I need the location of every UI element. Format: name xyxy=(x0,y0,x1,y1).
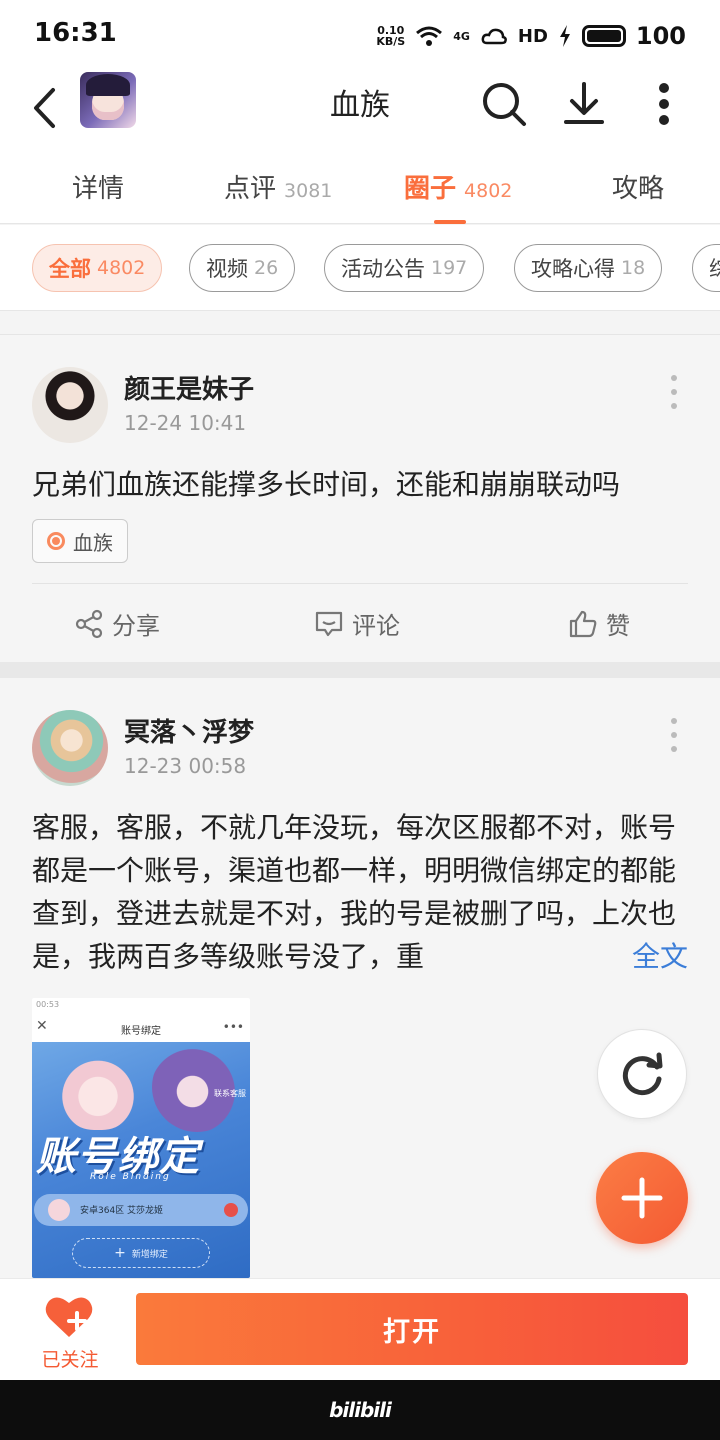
like-button[interactable]: 赞 xyxy=(568,606,630,641)
character-illustration xyxy=(152,1042,242,1132)
post-time: 12-23 00:58 xyxy=(124,754,247,778)
comment-button[interactable]: 评论 xyxy=(314,606,400,641)
system-nav-bar: bilibili xyxy=(0,1380,720,1440)
post-image[interactable]: 00:53 ✕ 账号绑定 ••• 联系客服 账号绑定 Role Binding … xyxy=(32,998,250,1278)
circle-tag-icon xyxy=(47,532,65,550)
post-text[interactable]: 兄弟们血族还能撑多长时间，还能和崩崩联动吗 xyxy=(32,463,692,506)
more-button[interactable] xyxy=(640,76,688,132)
bound-account-row: 安卓364区 艾莎龙姬 xyxy=(34,1194,248,1226)
search-button[interactable] xyxy=(480,76,528,132)
tab-details[interactable]: 详情 xyxy=(72,168,124,205)
status-icons: 0.10 KB/S 4G HD 100 xyxy=(376,18,686,54)
battery-icon xyxy=(581,25,626,47)
image-app-bar: 00:53 ✕ 账号绑定 ••• xyxy=(32,998,250,1042)
post-actions: 分享 评论 赞 xyxy=(32,583,688,663)
comment-icon xyxy=(315,611,343,636)
cloud-icon xyxy=(480,23,508,49)
tab-bar: 详情 点评 3081 圈子 4802 攻略 xyxy=(0,152,720,224)
share-icon xyxy=(75,609,103,638)
heart-plus-icon xyxy=(45,1297,93,1337)
search-icon xyxy=(483,83,526,126)
more-vertical-icon xyxy=(659,83,669,125)
filter-all[interactable]: 全部 4802 xyxy=(32,244,163,292)
battery-level: 100 xyxy=(635,22,686,50)
post-more-button[interactable] xyxy=(664,375,684,409)
charging-icon xyxy=(558,23,572,49)
follow-button[interactable]: 已关注 xyxy=(30,1289,110,1373)
filter-more[interactable]: 综 xyxy=(692,244,720,292)
filter-guides[interactable]: 攻略心得 18 xyxy=(514,244,663,292)
avatar[interactable] xyxy=(32,367,108,443)
create-post-button[interactable] xyxy=(596,1152,688,1244)
filter-announcements[interactable]: 活动公告 197 xyxy=(324,244,485,292)
tab-reviews[interactable]: 点评 3081 xyxy=(224,168,332,205)
thumbs-up-icon xyxy=(569,610,597,637)
bilibili-logo: bilibili xyxy=(329,1398,392,1422)
tab-circle[interactable]: 圈子 4802 xyxy=(404,168,512,205)
post-text[interactable]: 客服，客服，不就几年没玩，每次区服都不对，账号都是一个账号，渠道也都一样，明明微… xyxy=(32,806,692,978)
post-tag[interactable]: 血族 xyxy=(32,519,128,563)
add-binding: + 新增绑定 xyxy=(72,1238,210,1268)
avatar[interactable] xyxy=(32,710,108,786)
image-banner: 联系客服 账号绑定 Role Binding 安卓364区 艾莎龙姬 + 新增绑定 xyxy=(32,1042,250,1278)
net-speed: 0.10 KB/S xyxy=(376,24,406,48)
more-icon: ••• xyxy=(222,1020,244,1034)
status-bar: 16:31 0.10 KB/S 4G HD 100 xyxy=(0,0,720,72)
download-icon xyxy=(564,82,604,124)
active-tab-indicator xyxy=(434,220,466,224)
download-button[interactable] xyxy=(560,76,608,132)
post-time: 12-24 10:41 xyxy=(124,411,247,435)
post-more-button[interactable] xyxy=(664,718,684,752)
status-time: 16:31 xyxy=(34,18,117,48)
character-illustration xyxy=(58,1046,138,1130)
refresh-button[interactable] xyxy=(597,1029,687,1119)
filter-chips: 全部4802 视频26 活动公告197 攻略心得18 综 xyxy=(0,225,720,311)
post-author[interactable]: 冥落丶浮梦 xyxy=(124,712,254,749)
remove-icon xyxy=(224,1203,238,1217)
wifi-icon xyxy=(415,23,443,49)
share-button[interactable]: 分享 xyxy=(74,606,160,641)
tab-guides[interactable]: 攻略 xyxy=(612,168,664,205)
refresh-icon xyxy=(622,1052,663,1096)
post-divider xyxy=(0,662,720,678)
bottom-action-bar: 已关注 打开 xyxy=(0,1278,720,1380)
plus-icon xyxy=(621,1177,663,1219)
post-card[interactable]: 颜王是妹子 12-24 10:41 兄弟们血族还能撑多长时间，还能和崩崩联动吗 … xyxy=(0,334,720,662)
filter-video[interactable]: 视频 26 xyxy=(189,244,296,292)
app-header: 血族 xyxy=(0,72,720,152)
read-full-link[interactable]: 全文 xyxy=(605,935,688,978)
signal-4g-icon: 4G xyxy=(453,29,470,43)
hd-icon: HD xyxy=(517,25,548,47)
open-app-button[interactable]: 打开 xyxy=(136,1293,688,1365)
post-author[interactable]: 颜王是妹子 xyxy=(124,369,254,406)
